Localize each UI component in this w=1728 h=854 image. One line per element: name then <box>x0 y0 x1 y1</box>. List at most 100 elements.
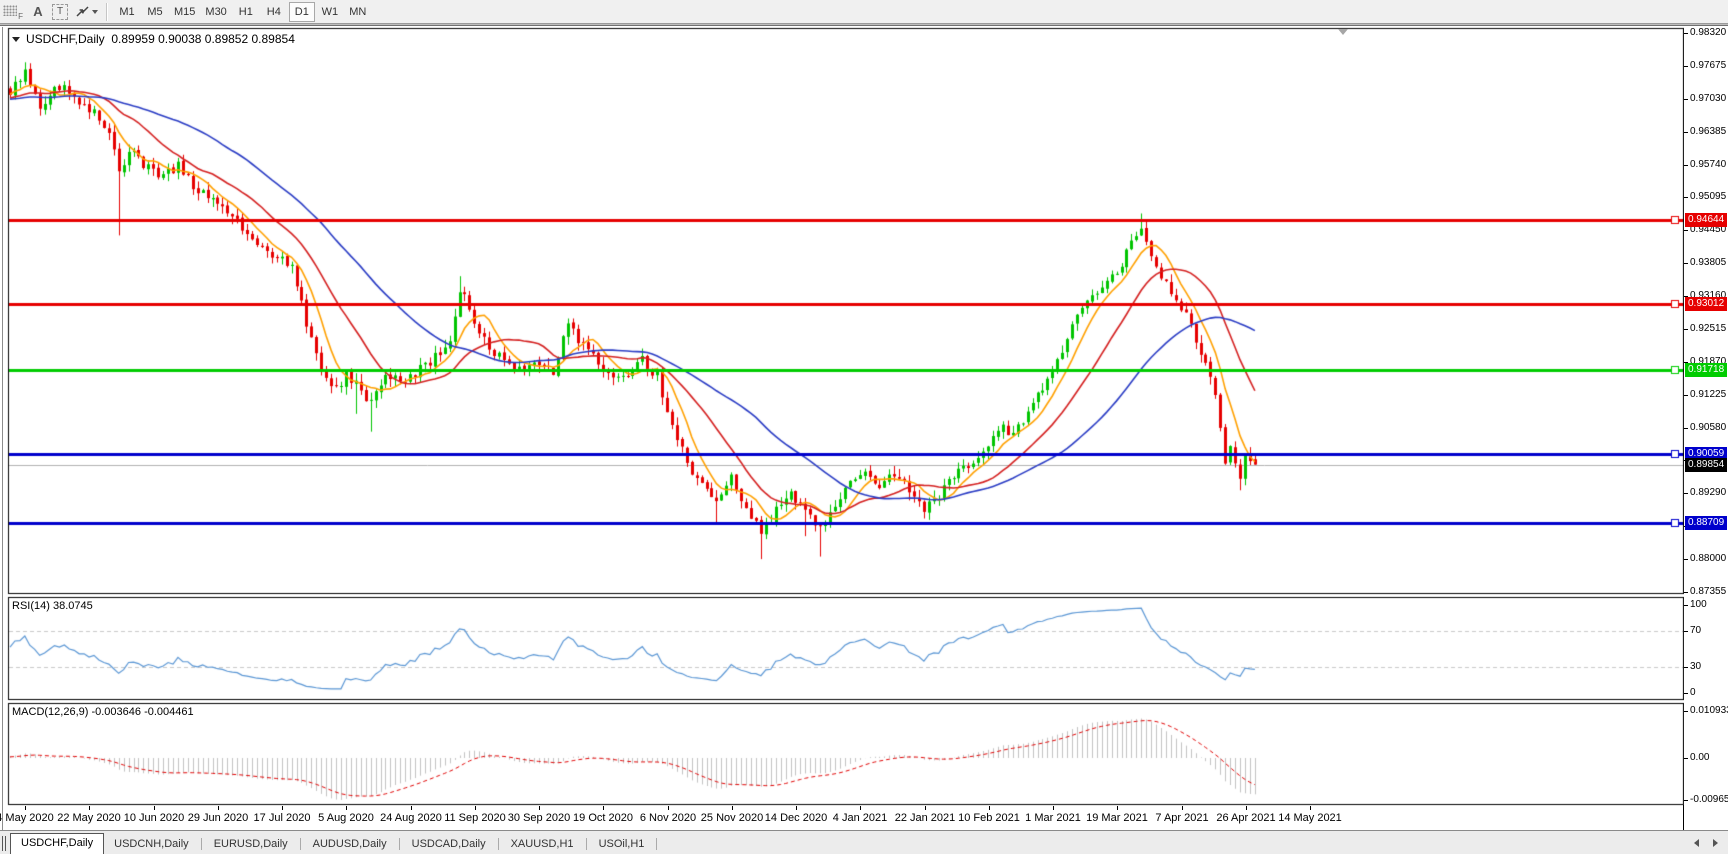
tab-scroll-left-button[interactable] <box>1690 837 1704 849</box>
date-tick-mark <box>282 806 283 810</box>
timeframe-button-m30[interactable]: M30 <box>201 2 230 22</box>
hline-price-tag: 0.94644 <box>1685 213 1727 227</box>
rsi-tick-mark <box>1684 667 1688 668</box>
price-tick-label: 0.88000 <box>1690 553 1726 564</box>
timeframe-button-mn[interactable]: MN <box>345 2 371 22</box>
chart-tab-eurusd-daily[interactable]: EURUSD,Daily <box>204 835 298 854</box>
date-tick-label: 17 Jul 2020 <box>254 812 311 824</box>
date-tick-label: 30 Sep 2020 <box>508 812 570 824</box>
chart-tab-audusd-daily[interactable]: AUDUSD,Daily <box>303 835 397 854</box>
chart-tab-usdcad-daily[interactable]: USDCAD,Daily <box>402 835 496 854</box>
triangle-right-icon <box>1713 839 1718 847</box>
tab-divider <box>586 838 587 850</box>
date-tick-label: 26 Apr 2021 <box>1216 812 1275 824</box>
price-tick-label: 0.90580 <box>1690 422 1726 433</box>
tab-divider <box>201 838 202 850</box>
pane-splitter-rsi[interactable] <box>0 593 1684 597</box>
letter-a-icon: A <box>33 4 42 19</box>
price-tick-mark <box>1684 66 1688 67</box>
date-tick-mark <box>1310 806 1311 810</box>
date-tick-mark <box>1053 806 1054 810</box>
date-tick-label: 4 Jan 2021 <box>833 812 887 824</box>
collapse-arrow-icon[interactable] <box>12 37 20 42</box>
date-tick-mark <box>732 806 733 810</box>
date-tick-label: 25 Nov 2020 <box>701 812 763 824</box>
price-tick-mark <box>1684 230 1688 231</box>
price-tick-mark <box>1684 132 1688 133</box>
date-tick-label: 6 Nov 2020 <box>640 812 696 824</box>
timeframe-button-m5[interactable]: M5 <box>142 2 168 22</box>
macd-tick-label: 0.010933 <box>1690 705 1728 716</box>
date-tick-mark <box>603 806 604 810</box>
letter-t-icon: T <box>52 4 68 20</box>
date-tick-label: 24 Aug 2020 <box>380 812 442 824</box>
price-tick-mark <box>1684 428 1688 429</box>
date-tick-label: 1 Mar 2021 <box>1025 812 1081 824</box>
date-tick-mark <box>860 806 861 810</box>
date-tick-label: 7 Apr 2021 <box>1155 812 1208 824</box>
tab-scroll-right-button[interactable] <box>1708 837 1722 849</box>
timeframe-button-d1[interactable]: D1 <box>289 2 315 22</box>
timeframe-button-h4[interactable]: H4 <box>261 2 287 22</box>
rsi-tick-label: 70 <box>1690 625 1701 636</box>
date-tick-mark <box>475 806 476 810</box>
arrows-tool-button[interactable] <box>71 2 101 22</box>
tab-list: USDCHF,DailyUSDCNH,Daily EURUSD,Daily AUDU… <box>10 833 659 854</box>
price-tick-mark <box>1684 33 1688 34</box>
date-tick-label: 22 May 2020 <box>57 812 121 824</box>
chart-window-left-edge <box>2 27 3 830</box>
date-tick-label: 19 Mar 2021 <box>1086 812 1148 824</box>
tab-divider <box>399 838 400 850</box>
date-tick-mark <box>539 806 540 810</box>
price-tick-label: 0.95095 <box>1690 191 1726 202</box>
macd-tick-mark <box>1684 711 1688 712</box>
chart-tab-xauusd-h1[interactable]: XAUUSD,H1 <box>501 835 584 854</box>
current-price-tag: 0.89854 <box>1685 458 1727 472</box>
date-tick-label: 10 Jun 2020 <box>124 812 185 824</box>
price-tick-label: 0.97030 <box>1690 93 1726 104</box>
price-tick-mark <box>1684 329 1688 330</box>
timeframe-button-h1[interactable]: H1 <box>233 2 259 22</box>
text-box-tool-button[interactable]: T <box>49 2 71 22</box>
toolbar-separator <box>106 3 108 21</box>
price-tick-label: 0.87355 <box>1690 586 1726 597</box>
date-tick-mark <box>25 806 26 810</box>
date-tick-mark <box>89 806 90 810</box>
date-tick-mark <box>1246 806 1247 810</box>
chart-tab-usdchf-daily[interactable]: USDCHF,Daily <box>10 833 104 854</box>
pane-splitter-macd[interactable] <box>0 699 1684 703</box>
date-tick-label: 11 Sep 2020 <box>444 812 506 824</box>
price-tick-mark <box>1684 592 1688 593</box>
date-tick-mark <box>796 806 797 810</box>
timeframe-button-m1[interactable]: M1 <box>114 2 140 22</box>
date-tick-mark <box>1182 806 1183 810</box>
date-tick-label: 14 May 2021 <box>1278 812 1342 824</box>
date-tick-label: 10 Feb 2021 <box>958 812 1020 824</box>
date-tick-mark <box>989 806 990 810</box>
timeframe-button-m15[interactable]: M15 <box>170 2 199 22</box>
text-label-tool-button[interactable]: A <box>27 2 49 22</box>
hline-price-tag: 0.93012 <box>1685 297 1727 311</box>
price-tick-label: 0.91225 <box>1690 389 1726 400</box>
date-tick-mark <box>925 806 926 810</box>
timeframe-button-w1[interactable]: W1 <box>317 2 343 22</box>
date-tick-mark <box>1117 806 1118 810</box>
price-tick-mark <box>1684 99 1688 100</box>
macd-tick-mark <box>1684 800 1688 801</box>
chart-tab-usoil-h1[interactable]: USOil,H1 <box>589 835 655 854</box>
axis-corner-line <box>1683 805 1684 831</box>
toolbar-grip-icon[interactable]: F <box>3 5 23 19</box>
price-tick-label: 0.98320 <box>1690 27 1726 38</box>
chart-shift-marker-icon[interactable] <box>1338 29 1348 35</box>
price-tick-mark <box>1684 263 1688 264</box>
chart-tab-usdcnh-daily[interactable]: USDCNH,Daily <box>104 835 199 854</box>
macd-tick-mark <box>1684 758 1688 759</box>
dotted-grid-icon <box>3 5 17 16</box>
tab-divider <box>498 838 499 850</box>
price-tick-mark <box>1684 559 1688 560</box>
rsi-tick-mark <box>1684 693 1688 694</box>
chart-window-top-edge <box>0 24 1728 26</box>
chevron-down-icon <box>92 10 98 14</box>
price-tick-label: 0.97675 <box>1690 60 1726 71</box>
price-chart-canvas[interactable] <box>0 24 1684 806</box>
